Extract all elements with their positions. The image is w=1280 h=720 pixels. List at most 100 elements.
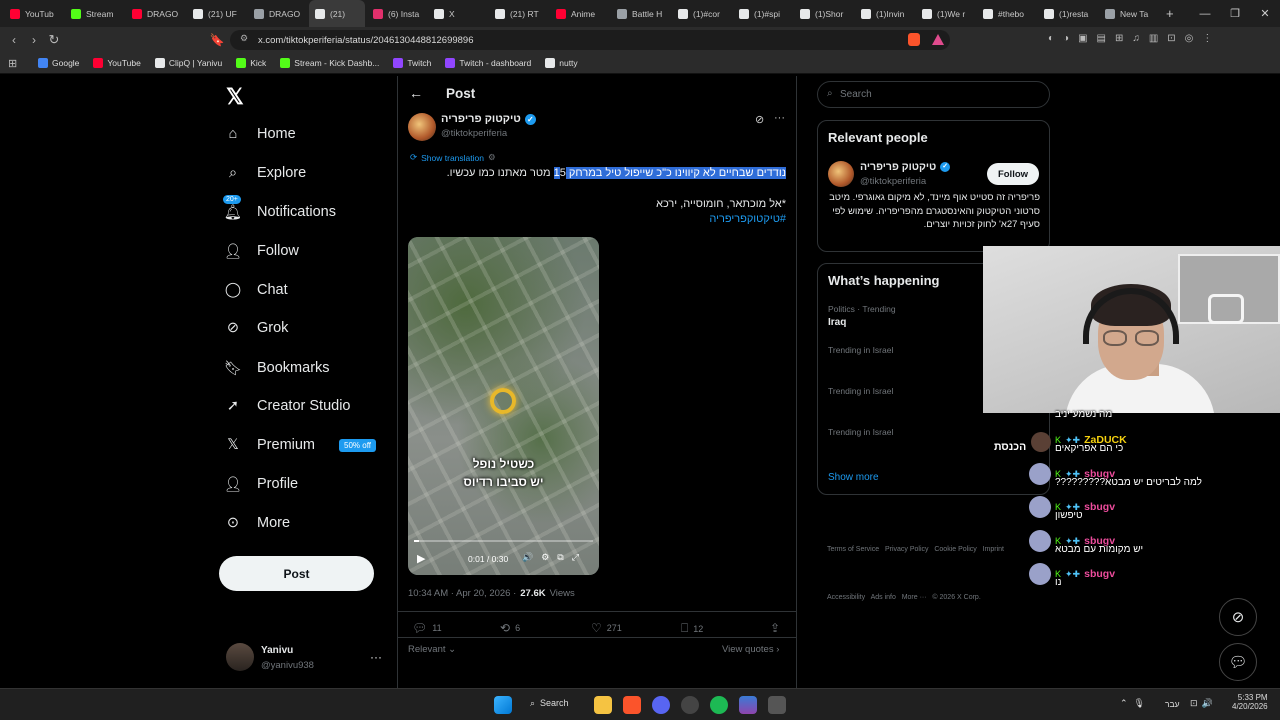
apps-grid-icon[interactable]: ⊞ [8, 57, 17, 70]
person-name-row[interactable]: טיקטוק פריפריה ✓ [860, 161, 951, 173]
browser-tab[interactable]: (1)Shor [794, 0, 853, 27]
bookmark-item[interactable]: Kick [236, 58, 266, 68]
sidebar-item-creator-studio[interactable]: ➚ Creator Studio [223, 388, 351, 424]
discord-icon[interactable] [652, 696, 670, 714]
forward-icon[interactable]: › [24, 33, 44, 47]
sidebar-item-more[interactable]: ⊙ More [223, 505, 290, 541]
sidebar-item-follow[interactable]: 👤︎ Follow [223, 233, 299, 269]
grok-fab-icon[interactable]: ⊘ [1219, 598, 1257, 636]
sidebar-item-premium[interactable]: 𝕏 Premium 50% off [223, 427, 376, 463]
share-icon[interactable]: ⇪ [770, 621, 780, 635]
browser-tab[interactable]: Anime [550, 0, 609, 27]
restore-icon[interactable]: ❐ [1220, 0, 1250, 27]
obs-icon[interactable] [681, 696, 699, 714]
close-window-icon[interactable]: ✕ [1250, 0, 1280, 27]
reload-icon[interactable]: ↻ [44, 32, 64, 48]
bookmark-item[interactable]: Stream - Kick Dashb... [280, 58, 379, 68]
streamlabs-icon[interactable] [739, 696, 757, 714]
bookmark-button[interactable]: ⎕ 12 [681, 621, 703, 636]
file-explorer-icon[interactable] [594, 696, 612, 714]
author-name-row[interactable]: טיקטוק פריפריה ✓ [441, 113, 536, 125]
site-info-icon[interactable]: ⚙ [240, 33, 248, 44]
bookmark-item[interactable]: YouTube [93, 58, 141, 68]
taskbar-search[interactable]: ⌕ Search [530, 698, 569, 709]
browser-tab[interactable]: (1)#spi [733, 0, 792, 27]
chat-fab-icon[interactable]: 💬︎ [1219, 643, 1257, 681]
post-button[interactable]: Post [219, 556, 374, 591]
footer-links[interactable]: Terms of Service Privacy Policy Cookie P… [827, 510, 1004, 622]
trend-item[interactable]: Trending in Israel [828, 427, 1040, 440]
person-avatar[interactable] [828, 161, 854, 187]
sidebar-item-home[interactable]: ⌂ Home [223, 116, 296, 152]
app-icon[interactable] [768, 696, 786, 714]
bookmark-label: ClipQ | Yanivu [168, 58, 223, 68]
extensions-toolbar[interactable]: ◐◑▣▤⊞♫▥⊡◎⋮ [1048, 33, 1278, 47]
video-caption-2: יש סביבו רדיוס [463, 475, 544, 489]
minimize-icon[interactable]: — [1190, 0, 1220, 27]
back-icon[interactable]: ‹ [4, 33, 24, 47]
clock[interactable]: 5:33 PM 4/20/2026 [1232, 693, 1268, 711]
show-more-link[interactable]: Show more [828, 472, 879, 483]
spotify-icon[interactable] [710, 696, 728, 714]
browser-tab[interactable]: (21) UF [187, 0, 246, 27]
browser-tab[interactable]: (21) RT [489, 0, 548, 27]
show-translation-link[interactable]: ⟳ Show translation ⚙ [410, 152, 496, 163]
like-button[interactable]: ♡ 271 [591, 621, 622, 635]
video-controls[interactable]: 🔊⚙⧉⤢ [522, 552, 587, 563]
bookmark-item[interactable]: Twitch [393, 58, 431, 68]
bookmark-page-icon[interactable]: 🔖 [207, 33, 227, 47]
browser-tab[interactable]: #thebo [977, 0, 1036, 27]
post-video[interactable]: כשטיל נופל יש סביבו רדיוס ▶ 0:01 / 0:30 … [408, 237, 599, 575]
browser-tab[interactable]: X [428, 0, 487, 27]
sidebar-item-profile[interactable]: 👤︎ Profile [223, 466, 298, 502]
video-progress-bar[interactable] [414, 540, 593, 542]
author-avatar[interactable] [408, 113, 436, 141]
sidebar-item-explore[interactable]: ⌕ Explore [223, 155, 306, 191]
browser-tab[interactable]: (1)#cor [672, 0, 731, 27]
network-volume-icons[interactable]: ⊡🔊 [1190, 698, 1217, 709]
search-input[interactable]: ⌕ Search [817, 81, 1050, 108]
follow-button[interactable]: Follow [987, 163, 1039, 185]
browser-tab[interactable]: Stream [65, 0, 124, 27]
bookmark-item[interactable]: ClipQ | Yanivu [154, 58, 223, 68]
sidebar-item-label: Follow [257, 243, 299, 259]
back-arrow-icon[interactable]: ← [409, 85, 423, 101]
url-field[interactable]: ⚙ x.com/tiktokperiferia/status/204613044… [230, 30, 950, 50]
browser-tab[interactable]: Battle H [611, 0, 670, 27]
play-icon[interactable]: ▶ [417, 552, 425, 565]
start-icon[interactable] [494, 696, 512, 714]
post-hashtag[interactable]: #טיקטוקפריפריה [428, 213, 786, 225]
sidebar-item-bookmarks[interactable]: 🔖︎ Bookmarks [223, 350, 330, 386]
browser-tab[interactable]: YouTub [4, 0, 63, 27]
sidebar-item-notifications[interactable]: 🔔︎ 20+ Notifications [223, 194, 336, 230]
sidebar-item-grok[interactable]: ⊘ Grok [223, 310, 289, 346]
repost-button[interactable]: ⟲ 6 [500, 621, 520, 635]
browser-tab[interactable]: (1)Invin [855, 0, 914, 27]
reply-button[interactable]: 💬︎ 11 [412, 621, 442, 635]
grok-explain-icon[interactable]: ⊘ [755, 113, 764, 126]
brave-rewards-icon[interactable] [932, 34, 944, 45]
chat-avatar [1029, 563, 1051, 585]
account-avatar[interactable] [226, 643, 254, 671]
browser-tab[interactable]: (6) Insta [367, 0, 426, 27]
bookmark-item[interactable]: Google [38, 58, 79, 68]
account-menu-icon[interactable]: ··· [370, 650, 382, 664]
bookmark-item[interactable]: nutty [545, 58, 578, 68]
browser-tab[interactable]: (1)We r [916, 0, 975, 27]
browser-tab[interactable]: (1)resta [1038, 0, 1097, 27]
browser-tab[interactable]: DRAGO [126, 0, 185, 27]
sidebar-item-chat[interactable]: ◯ Chat [223, 272, 288, 308]
x-logo-icon[interactable]: 𝕏 [226, 84, 244, 110]
system-tray-icons[interactable]: ⌃🎙 [1120, 698, 1151, 709]
view-quotes-link[interactable]: View quotes › [722, 644, 779, 655]
bookmark-item[interactable]: Twitch - dashboard [445, 58, 531, 68]
language-indicator[interactable]: עבר [1165, 699, 1180, 709]
brave-icon[interactable] [623, 696, 641, 714]
browser-tab[interactable]: New Ta [1099, 0, 1158, 27]
brave-shield-icon[interactable] [908, 33, 920, 46]
browser-tab[interactable]: DRAGO [248, 0, 307, 27]
more-options-icon[interactable]: ··· [774, 112, 785, 124]
new-tab-icon[interactable]: + [1160, 0, 1180, 27]
browser-tab[interactable]: (21) [309, 0, 365, 27]
reply-sort-dropdown[interactable]: Relevant ⌄ [408, 644, 456, 655]
